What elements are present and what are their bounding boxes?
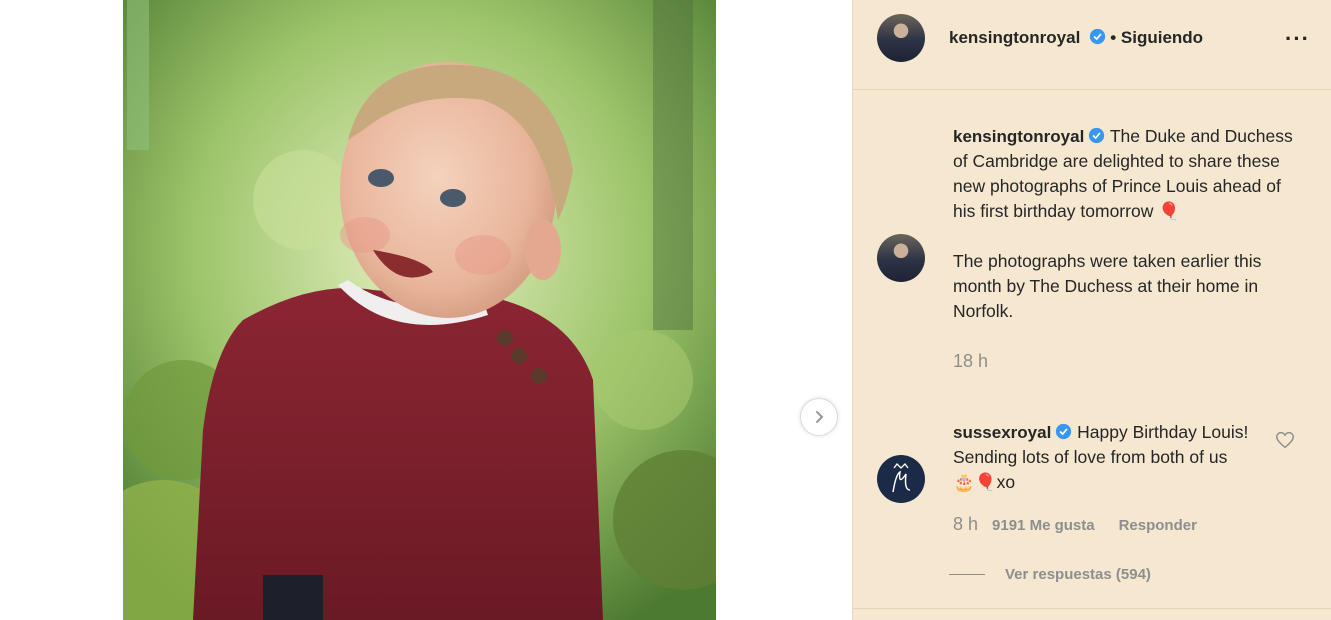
author-username[interactable]: kensingtonroyal	[949, 28, 1080, 47]
comment-timestamp[interactable]: 8 h	[953, 514, 978, 535]
comment-meta: 8 h 9191 Me gusta Responder	[953, 514, 1197, 535]
next-photo-button[interactable]	[800, 398, 838, 436]
more-options-icon[interactable]: ···	[1285, 26, 1310, 52]
commenter-avatar[interactable]	[877, 455, 925, 503]
heart-like-icon[interactable]	[1275, 431, 1295, 449]
verified-badge-icon	[1056, 423, 1072, 440]
balloon-emoji: 🎈	[1158, 201, 1181, 221]
baby-photo-illustration	[123, 0, 716, 620]
comment: sussexroyal Happy Birthday Louis! Sendin…	[953, 420, 1253, 495]
follow-status[interactable]: • Siguiendo	[1110, 28, 1203, 47]
view-replies-label: Ver respuestas (594)	[1005, 566, 1151, 583]
commenter-username[interactable]: sussexroyal	[953, 423, 1051, 442]
verified-badge-icon	[1089, 28, 1105, 45]
post-header: kensingtonroyal • Siguiendo ···	[853, 0, 1331, 90]
comment-likes[interactable]: 9191 Me gusta	[992, 517, 1095, 534]
post-caption: kensingtonroyal The Duke and Duchess of …	[953, 124, 1298, 374]
author-line: kensingtonroyal • Siguiendo	[949, 28, 1203, 48]
comment-suffix: xo	[996, 472, 1016, 492]
caption-username[interactable]: kensingtonroyal	[953, 127, 1084, 146]
caption-paragraph-2: The photographs were taken earlier this …	[953, 251, 1262, 321]
sussex-monogram-icon	[892, 463, 911, 493]
view-replies-button[interactable]: Ver respuestas (594)	[949, 566, 1151, 583]
caption-avatar[interactable]	[877, 234, 925, 282]
verified-badge-icon	[1089, 127, 1105, 144]
section-divider	[853, 608, 1331, 609]
replies-divider	[949, 574, 985, 575]
comment-emojis: 🎂🎈	[953, 472, 997, 492]
post-photo[interactable]	[123, 0, 716, 620]
chevron-right-icon	[816, 411, 824, 423]
post-side-panel: kensingtonroyal • Siguiendo ··· kensingt…	[852, 0, 1331, 620]
author-avatar[interactable]	[877, 14, 925, 62]
caption-timestamp[interactable]: 18 h	[953, 349, 1298, 374]
reply-button[interactable]: Responder	[1119, 517, 1197, 534]
